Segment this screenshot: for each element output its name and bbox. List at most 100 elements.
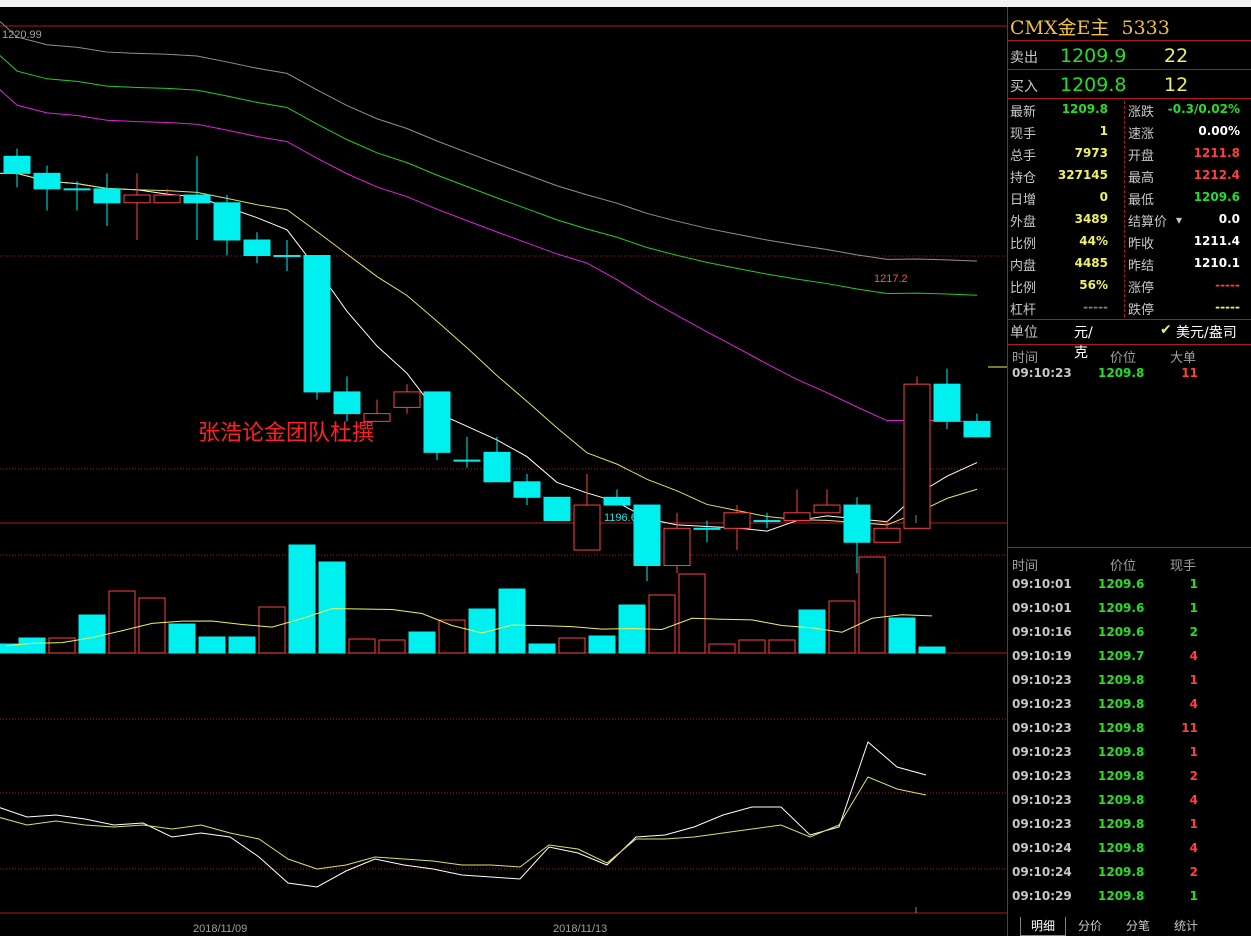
item-price: 1209.8 <box>1098 889 1145 903</box>
sell-qty: 22 <box>1164 45 1189 67</box>
chevron-down-icon[interactable]: ▾ <box>1176 213 1182 227</box>
candle-body <box>453 459 481 462</box>
volume-bar <box>528 643 556 654</box>
stat-value: 327145 <box>1057 168 1108 182</box>
stat-label: 速涨 <box>1128 127 1155 142</box>
sell-row: 卖出 1209.9 22 <box>1010 45 1188 69</box>
stat-label: 最新 <box>1010 105 1037 120</box>
stat-value: 1211.4 <box>1193 234 1240 248</box>
stat-value: 3489 <box>1074 212 1108 226</box>
candle-body <box>843 504 871 543</box>
stat-label: 内盘 <box>1010 259 1037 274</box>
stat-value: 7973 <box>1074 146 1108 160</box>
item-price: 1209.8 <box>1098 817 1145 831</box>
list-item[interactable]: 09:10:01 1209.6 1 <box>1008 577 1251 597</box>
list-item[interactable]: 09:10:16 1209.6 2 <box>1008 625 1251 645</box>
list-item[interactable]: 09:10:23 1209.8 2 <box>1008 769 1251 789</box>
item-time: 09:10:23 <box>1012 721 1072 735</box>
item-time: 09:10:19 <box>1012 649 1072 663</box>
stat-row: 比例 56% 涨停 ----- <box>1008 277 1251 297</box>
item-price: 1209.6 <box>1098 577 1145 591</box>
volume-bar <box>738 639 766 654</box>
volume-bar <box>828 600 856 654</box>
list-item[interactable]: 09:10:23 1209.8 1 <box>1008 673 1251 693</box>
stat-label: 日增 <box>1010 193 1037 208</box>
list-item[interactable]: 09:10:23 1209.8 1 <box>1008 817 1251 837</box>
price-level-label: 1220.99 <box>2 29 42 41</box>
tab-price[interactable]: 分价 <box>1068 917 1112 935</box>
list-item[interactable]: 09:10:19 1209.7 4 <box>1008 649 1251 669</box>
header-price: 价位 <box>1110 559 1137 574</box>
list-item[interactable]: 09:10:23 1209.8 11 <box>1008 721 1251 741</box>
volume-bar <box>288 544 316 654</box>
stat-row: 最新 1209.8 涨跌 -0.3/0.02% <box>1008 101 1251 121</box>
stat-label: 结算价 <box>1128 215 1168 230</box>
tab-stats[interactable]: 统计 <box>1164 917 1208 935</box>
stat-value: ----- <box>1083 300 1108 314</box>
item-qty: 4 <box>1189 793 1198 807</box>
item-qty: 4 <box>1189 649 1198 663</box>
stat-row: 日增 0 最低 1209.6 <box>1008 189 1251 209</box>
candle-body <box>243 239 271 256</box>
stat-value: 1 <box>1099 124 1108 138</box>
candle-body <box>903 383 931 529</box>
list-item[interactable]: 09:10:01 1209.6 1 <box>1008 601 1251 621</box>
candle-body <box>783 512 811 522</box>
item-price: 1209.8 <box>1098 865 1145 879</box>
volume-bar <box>558 637 586 654</box>
volume-bar <box>378 639 406 654</box>
unit-label: 单位 <box>1010 325 1038 341</box>
stat-label: 总手 <box>1010 149 1037 164</box>
list-item[interactable]: 09:10:23 1209.8 1 <box>1008 745 1251 765</box>
header-price: 价位 <box>1110 351 1137 366</box>
candle-body <box>93 188 121 204</box>
stat-row: 外盘 3489 结算价 0.0 <box>1008 211 1251 231</box>
list-item[interactable]: 09:10:29 1209.8 1 <box>1008 889 1251 909</box>
buy-price: 1209.8 <box>1060 74 1127 96</box>
volume-bar <box>888 617 916 654</box>
buy-qty: 12 <box>1164 74 1189 96</box>
tab-detail[interactable]: 明细 <box>1020 917 1066 936</box>
list-item[interactable]: 09:10:23 1209.8 4 <box>1008 793 1251 813</box>
header-time: 时间 <box>1012 559 1039 574</box>
list-item[interactable]: 09:10:23 1209.8 4 <box>1008 697 1251 717</box>
candle-body <box>543 496 571 522</box>
item-qty: 1 <box>1189 817 1198 831</box>
instrument-title: CMX金E主 5333 <box>1010 13 1170 39</box>
list-item[interactable]: 09:10:24 1209.8 2 <box>1008 865 1251 885</box>
candle-body <box>63 188 91 191</box>
item-qty: 2 <box>1189 625 1198 639</box>
item-price: 1209.8 <box>1098 697 1145 711</box>
item-qty: 4 <box>1189 697 1198 711</box>
volume-bar <box>168 623 196 654</box>
low-marker-label: 1196.6 <box>604 512 637 524</box>
item-price: 1209.8 <box>1098 745 1145 759</box>
stat-value: -0.3/0.02% <box>1167 102 1240 116</box>
ma-line <box>0 55 978 296</box>
candle-body <box>693 527 721 530</box>
list-item[interactable]: 09:10:24 1209.8 4 <box>1008 841 1251 861</box>
item-qty: 1 <box>1189 601 1198 615</box>
unit-option[interactable]: 美元/盎司 <box>1176 322 1237 342</box>
candle-body <box>633 504 661 566</box>
volume-bar <box>798 609 826 654</box>
stat-value: 44% <box>1079 234 1108 248</box>
item-time: 09:10:16 <box>1012 625 1072 639</box>
stat-value: 1209.8 <box>1061 102 1108 116</box>
window-top-bar <box>0 0 1251 7</box>
stat-label: 昨结 <box>1128 259 1155 274</box>
item-qty: 4 <box>1189 841 1198 855</box>
candle-body <box>603 496 631 506</box>
tab-trades[interactable]: 分笔 <box>1116 917 1160 935</box>
stat-label: 涨跌 <box>1128 105 1155 120</box>
kline-chart[interactable]: 1220.99 1217.2 1196.6 张浩论金团队杜撰 2018/11/0… <box>0 7 1007 936</box>
item-qty: 1 <box>1189 577 1198 591</box>
list-item[interactable]: 09:10:23 1209.8 11 <box>1008 366 1251 386</box>
volume-bar <box>588 635 616 654</box>
stat-value: 0.00% <box>1198 124 1240 138</box>
candle-body <box>303 255 331 393</box>
stat-row: 杠杆 ----- 跌停 ----- <box>1008 299 1251 319</box>
candle-body <box>813 504 841 514</box>
item-time: 09:10:01 <box>1012 601 1072 615</box>
candle-body <box>753 520 781 523</box>
